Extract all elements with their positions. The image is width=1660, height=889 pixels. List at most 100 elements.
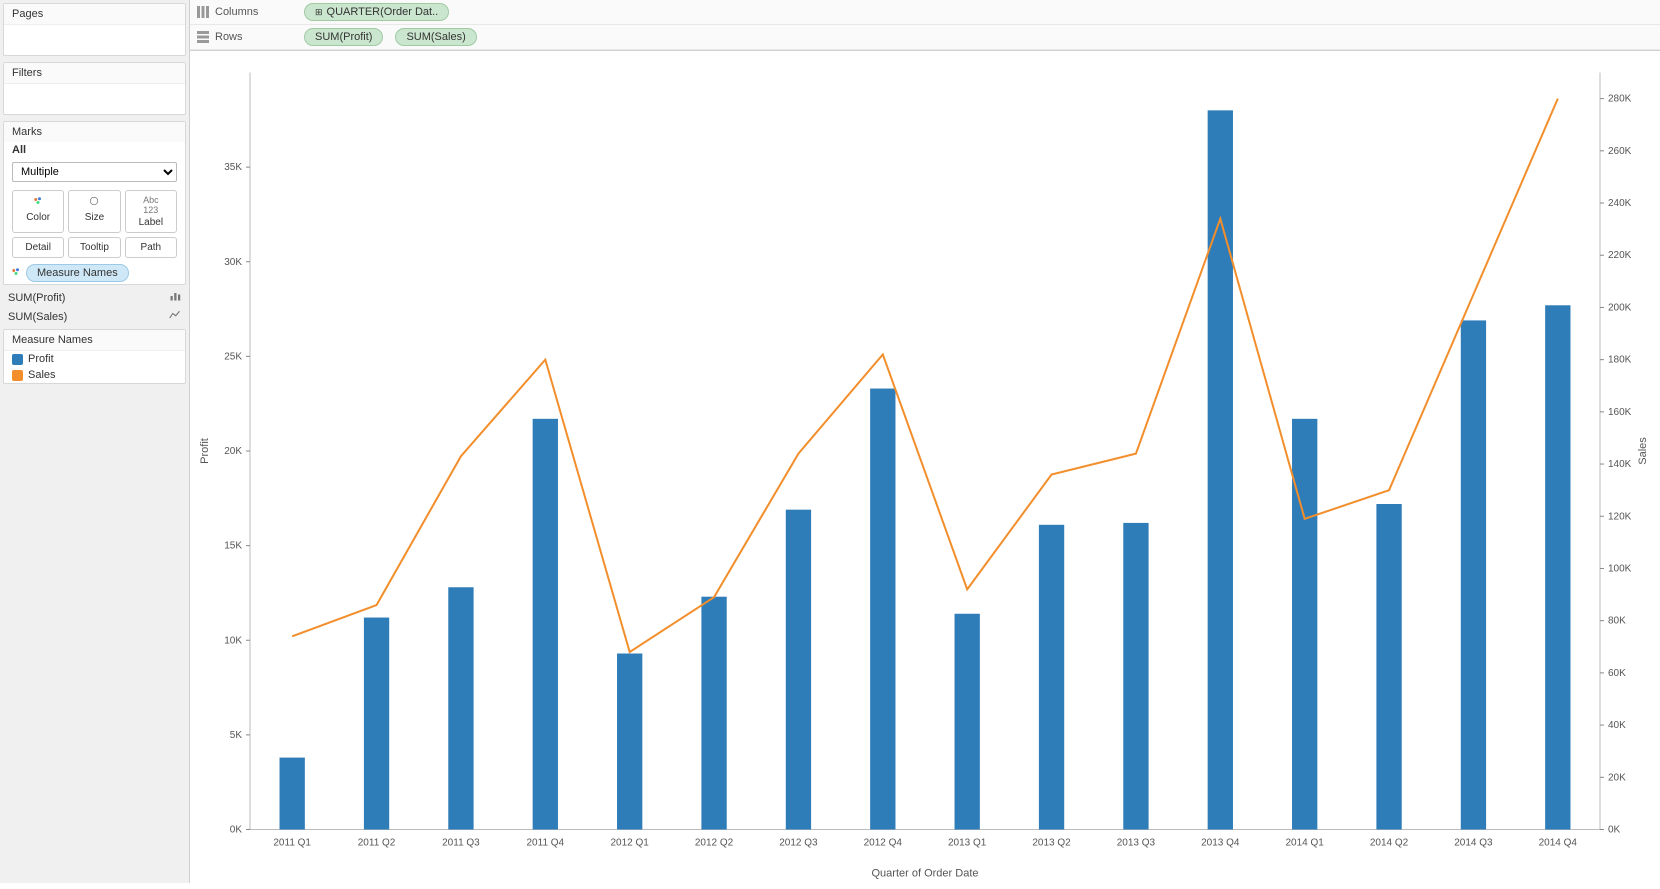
svg-text:120K: 120K <box>1608 511 1632 522</box>
filters-body[interactable] <box>4 84 185 114</box>
svg-text:160K: 160K <box>1608 407 1632 418</box>
svg-text:2014 Q3: 2014 Q3 <box>1454 838 1493 849</box>
rows-shelf[interactable]: Rows SUM(Profit) SUM(Sales) <box>190 25 1660 50</box>
measure-sales-label: SUM(Sales) <box>8 311 67 323</box>
columns-shelf[interactable]: Columns ⊞ QUARTER(Order Dat.. <box>190 0 1660 25</box>
legend-profit-swatch <box>12 354 23 365</box>
measure-names-pill[interactable]: Measure Names <box>26 264 129 282</box>
bar[interactable] <box>955 614 980 830</box>
bar[interactable] <box>1292 419 1317 830</box>
svg-text:2011 Q4: 2011 Q4 <box>527 838 565 849</box>
pages-body[interactable] <box>4 25 185 55</box>
bar[interactable] <box>1123 523 1148 830</box>
rows-shelf-label: Rows <box>196 30 296 44</box>
columns-icon <box>196 5 210 19</box>
bar[interactable] <box>280 758 305 830</box>
svg-text:2014 Q1: 2014 Q1 <box>1286 838 1325 849</box>
columns-shelf-label: Columns <box>196 5 296 19</box>
svg-text:2013 Q2: 2013 Q2 <box>1032 838 1071 849</box>
marks-path-button[interactable]: Path <box>125 237 177 258</box>
rows-pill-profit[interactable]: SUM(Profit) <box>304 28 383 46</box>
marks-measure-names-row: Measure Names <box>4 262 185 284</box>
marks-tooltip-button[interactable]: Tooltip <box>68 237 120 258</box>
columns-pill-quarter[interactable]: ⊞ QUARTER(Order Dat.. <box>304 3 449 21</box>
measure-profit-row[interactable]: SUM(Profit) <box>0 288 189 307</box>
bar[interactable] <box>1545 305 1570 829</box>
bar[interactable] <box>617 653 642 829</box>
svg-text:100K: 100K <box>1608 563 1632 574</box>
measure-profit-label: SUM(Profit) <box>8 292 65 304</box>
svg-text:2012 Q2: 2012 Q2 <box>695 838 734 849</box>
marks-label-button[interactable]: Abc123 Label <box>125 190 177 233</box>
line-series[interactable] <box>292 99 1558 652</box>
legend-sales-label: Sales <box>28 369 56 381</box>
marks-card: Marks All Multiple Color Size Abc123 Lab… <box>3 121 186 285</box>
svg-text:60K: 60K <box>1608 668 1626 679</box>
svg-text:15K: 15K <box>224 541 242 552</box>
size-icon <box>69 195 119 210</box>
svg-text:20K: 20K <box>1608 772 1626 783</box>
marks-title: Marks <box>4 122 185 142</box>
svg-text:2011 Q1: 2011 Q1 <box>273 838 311 849</box>
svg-text:5K: 5K <box>230 730 243 741</box>
marks-grid: Color Size Abc123 Label Detail Tooltip P… <box>4 186 185 262</box>
svg-text:200K: 200K <box>1608 302 1632 313</box>
marks-type-dropdown[interactable]: Multiple <box>12 162 177 182</box>
filters-title: Filters <box>4 63 185 84</box>
palette-icon <box>13 195 63 210</box>
svg-text:40K: 40K <box>1608 720 1626 731</box>
legend-profit-label: Profit <box>28 353 54 365</box>
pages-card: Pages <box>3 3 186 56</box>
left-panel: Pages Filters Marks All Multiple Color S… <box>0 0 190 883</box>
svg-text:2013 Q3: 2013 Q3 <box>1117 838 1156 849</box>
svg-text:2011 Q3: 2011 Q3 <box>442 838 480 849</box>
svg-text:2012 Q4: 2012 Q4 <box>864 838 903 849</box>
svg-text:2013 Q4: 2013 Q4 <box>1201 838 1240 849</box>
svg-text:80K: 80K <box>1608 616 1626 627</box>
bar[interactable] <box>1039 525 1064 830</box>
svg-text:140K: 140K <box>1608 459 1632 470</box>
right-panel: Columns ⊞ QUARTER(Order Dat.. Rows SUM(P… <box>190 0 1660 883</box>
svg-text:2012 Q1: 2012 Q1 <box>611 838 650 849</box>
marks-color-button[interactable]: Color <box>12 190 64 233</box>
marks-all-label[interactable]: All <box>4 142 185 158</box>
bar[interactable] <box>448 587 473 829</box>
bar[interactable] <box>1461 320 1486 829</box>
svg-text:Profit: Profit <box>199 438 211 464</box>
expand-icon: ⊞ <box>315 7 323 18</box>
bar[interactable] <box>786 510 811 830</box>
svg-text:2013 Q1: 2013 Q1 <box>948 838 987 849</box>
measure-sales-row[interactable]: SUM(Sales) <box>0 307 189 326</box>
svg-text:20K: 20K <box>224 446 242 457</box>
bar[interactable] <box>701 597 726 830</box>
svg-text:0K: 0K <box>1608 825 1621 836</box>
rows-pill-sales[interactable]: SUM(Sales) <box>395 28 476 46</box>
bar[interactable] <box>533 419 558 830</box>
svg-text:180K: 180K <box>1608 355 1632 366</box>
svg-text:25K: 25K <box>224 351 242 362</box>
svg-text:2012 Q3: 2012 Q3 <box>779 838 818 849</box>
pages-title: Pages <box>4 4 185 25</box>
legend-item-sales[interactable]: Sales <box>4 367 185 383</box>
svg-text:2014 Q4: 2014 Q4 <box>1539 838 1578 849</box>
svg-text:240K: 240K <box>1608 198 1632 209</box>
bar[interactable] <box>870 389 895 830</box>
svg-text:2014 Q2: 2014 Q2 <box>1370 838 1409 849</box>
svg-text:220K: 220K <box>1608 250 1632 261</box>
line-chart-icon <box>169 309 181 324</box>
bar-chart-icon <box>169 290 181 305</box>
svg-text:2011 Q2: 2011 Q2 <box>358 838 396 849</box>
marks-detail-button[interactable]: Detail <box>12 237 64 258</box>
bar[interactable] <box>364 618 389 830</box>
legend-item-profit[interactable]: Profit <box>4 351 185 367</box>
bar[interactable] <box>1376 504 1401 830</box>
rows-icon <box>196 30 210 44</box>
label-icon: Abc123 <box>126 195 176 215</box>
legend-sales-swatch <box>12 370 23 381</box>
svg-text:35K: 35K <box>224 162 242 173</box>
svg-text:Sales: Sales <box>1637 437 1649 465</box>
marks-size-button[interactable]: Size <box>68 190 120 233</box>
chart-area[interactable]: 0K5K10K15K20K25K30K35K0K20K40K60K80K100K… <box>190 51 1660 886</box>
svg-text:Quarter of Order Date: Quarter of Order Date <box>872 868 979 880</box>
svg-text:10K: 10K <box>224 635 242 646</box>
